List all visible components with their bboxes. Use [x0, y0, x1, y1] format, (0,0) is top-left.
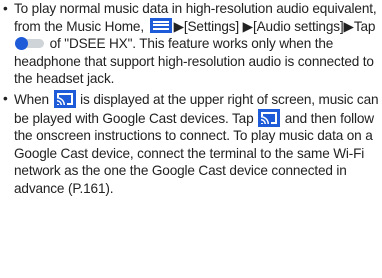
cast-icon: [53, 89, 76, 108]
note-google-cast: • When is displayed at the upper right of…: [0, 89, 382, 198]
bullet: •: [3, 1, 8, 16]
menu-icon: [149, 17, 172, 33]
document-body: • To play normal music data in high-resol…: [0, 0, 382, 278]
toggle-icon: [15, 37, 45, 51]
note-text: When: [14, 91, 53, 107]
bullet: •: [3, 90, 8, 106]
note-dsee-hx: • To play normal music data in high-resol…: [0, 0, 382, 88]
note-text: ▶[Settings] ▶[Audio settings]▶Tap: [173, 18, 376, 34]
cast-icon: [258, 108, 281, 127]
note-text: of "DSEE HX". This feature works only wh…: [14, 36, 374, 87]
